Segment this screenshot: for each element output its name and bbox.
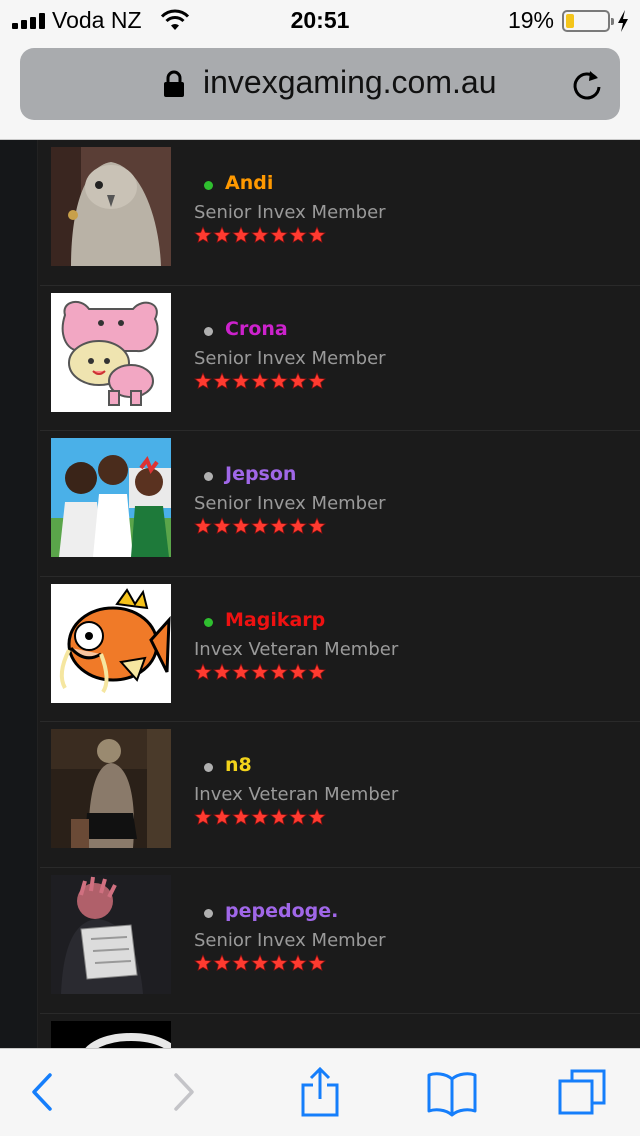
status-dot [204,472,213,482]
rating-star-icon [270,808,288,826]
rating-star-icon [232,662,250,681]
member-row[interactable]: Magikarp Invex Veteran Member [40,577,640,723]
rating-star-icon [232,371,250,390]
browser-toolbar [0,1048,640,1136]
rating-stars [194,808,326,826]
battery-icon [562,10,614,32]
rating-star-icon [213,371,231,390]
member-name[interactable]: Jepson [225,463,296,485]
back-chevron-icon[interactable] [18,1067,68,1117]
status-dot [204,181,213,190]
status-bar: Voda NZ 20:51 19% [0,0,640,40]
member-name[interactable]: Crona [225,318,288,340]
avatar[interactable] [51,583,171,703]
rating-star-icon [194,954,212,972]
rating-stars [194,371,326,390]
status-dot [204,617,213,627]
battery-percent: 19% [507,7,554,33]
rating-star-icon [289,662,307,681]
rating-star-icon [194,517,212,535]
reload-icon[interactable] [570,68,604,102]
rating-star-icon [270,517,288,535]
rating-star-icon [251,808,269,826]
status-dot [204,763,213,773]
rating-stars [194,226,326,244]
member-name[interactable]: Andi [225,172,273,194]
member-row-partial[interactable] [40,1014,640,1048]
member-name[interactable]: pepedoge. [225,900,338,922]
rating-star-icon [213,226,231,244]
rating-star-icon [308,226,326,244]
rating-star-icon [289,808,307,826]
rating-star-icon [289,226,307,244]
rating-star-icon [270,226,288,244]
member-list-page[interactable]: Andi Senior Invex Member Crona Senior In… [0,140,640,1048]
avatar[interactable] [51,292,171,412]
rating-stars [194,662,326,681]
rating-star-icon [270,954,288,972]
member-row[interactable]: Jepson Senior Invex Member [40,431,640,577]
rating-star-icon [213,517,231,535]
member-rank: Senior Invex Member [194,493,386,515]
rating-star-icon [289,371,307,390]
status-dot [204,908,213,918]
rating-star-icon [213,808,231,826]
rating-star-icon [251,954,269,972]
status-dot [204,326,213,336]
rating-star-icon [194,226,212,244]
rating-star-icon [232,517,250,535]
url-text[interactable]: invexgaming.com.au [203,64,496,101]
rating-star-icon [289,954,307,972]
rating-star-icon [270,662,288,681]
rating-star-icon [289,517,307,535]
rating-star-icon [213,662,231,681]
tabs-icon[interactable] [558,1067,608,1117]
avatar[interactable] [51,147,171,266]
member-rank: Senior Invex Member [194,202,386,223]
rating-star-icon [232,226,250,244]
rating-star-icon [194,662,212,681]
rating-stars [194,954,326,972]
member-rank: Senior Invex Member [194,347,386,369]
avatar[interactable] [51,729,171,849]
rating-star-icon [308,662,326,681]
avatar[interactable] [51,438,171,558]
rating-stars [194,517,326,535]
member-rank: Invex Veteran Member [194,638,399,660]
member-row[interactable]: n8 Invex Veteran Member [40,722,640,868]
rating-star-icon [194,371,212,390]
forward-chevron-icon[interactable] [158,1067,208,1117]
rating-star-icon [308,517,326,535]
battery-level [566,14,574,28]
rating-star-icon [251,662,269,681]
rating-star-icon [308,371,326,390]
member-row[interactable]: Crona Senior Invex Member [40,286,640,432]
share-icon[interactable] [295,1067,345,1117]
rating-star-icon [213,954,231,972]
avatar[interactable] [51,1020,171,1048]
charging-bolt-icon [618,10,628,32]
rating-star-icon [232,954,250,972]
rating-star-icon [194,808,212,826]
rating-star-icon [270,371,288,390]
member-row[interactable]: Andi Senior Invex Member [40,140,640,286]
member-name[interactable]: Magikarp [225,609,325,631]
avatar[interactable] [51,874,171,994]
browser-chrome: Voda NZ 20:51 19% invexgaming.com.au [0,0,640,140]
page-edge [0,140,38,1048]
rating-star-icon [251,371,269,390]
rating-star-icon [308,954,326,972]
rating-star-icon [308,808,326,826]
rating-star-icon [232,808,250,826]
member-rank: Invex Veteran Member [194,784,399,806]
member-rank: Senior Invex Member [194,929,386,951]
bookmarks-icon[interactable] [427,1067,477,1117]
member-row[interactable]: pepedoge. Senior Invex Member [40,868,640,1014]
member-name[interactable]: n8 [225,754,252,776]
rating-star-icon [251,226,269,244]
member-list: Andi Senior Invex Member Crona Senior In… [40,140,640,1048]
address-bar[interactable]: invexgaming.com.au [20,48,620,120]
lock-icon [164,70,184,97]
rating-star-icon [251,517,269,535]
